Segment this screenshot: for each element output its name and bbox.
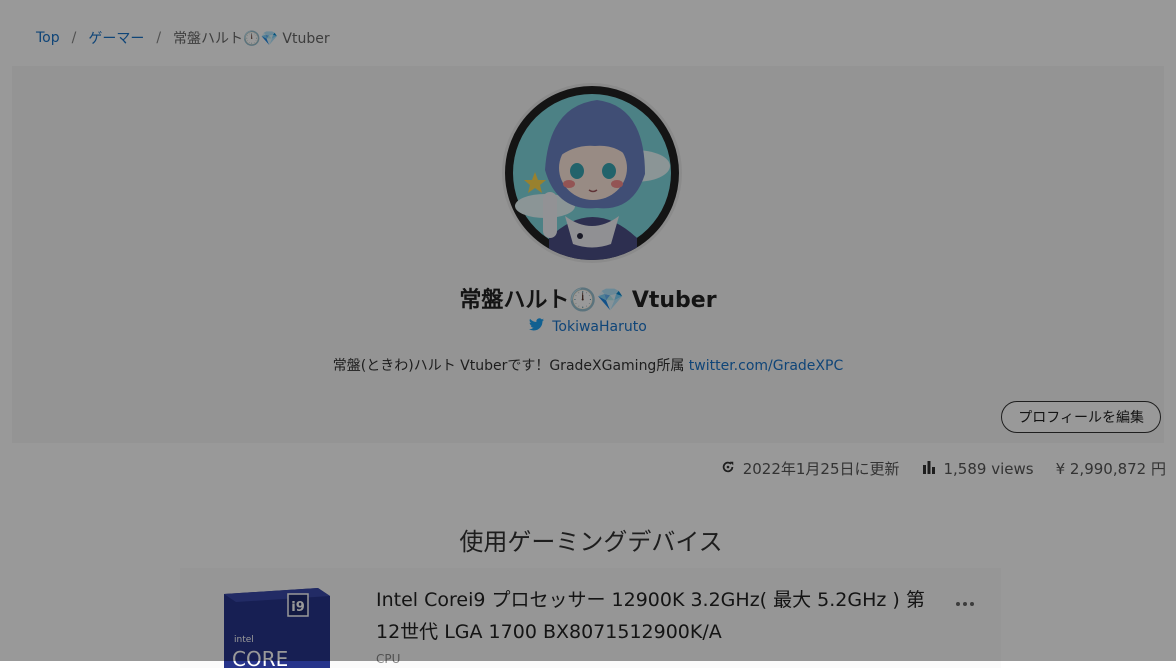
price-text: ¥ 2,990,872 円	[1055, 460, 1166, 478]
box-brand: intel	[234, 635, 254, 645]
views-text: 1,589 views	[943, 459, 1034, 478]
breadcrumb-separator: /	[156, 30, 162, 46]
device-title[interactable]: Intel Corei9 プロセッサー 12900K 3.2GHz( 最大 5.…	[376, 584, 936, 648]
stat-price: ¥ 2,990,872 円	[1056, 458, 1166, 479]
twitter-row: TokiwaHaruto	[12, 318, 1164, 335]
breadcrumb-gamer-link[interactable]: ゲーマー	[88, 28, 144, 48]
avatar	[502, 83, 682, 263]
twitter-icon	[529, 318, 545, 335]
updated-text: 2022年1月25日に更新	[742, 460, 900, 478]
device-image: i9 intel CORE	[222, 586, 332, 668]
profile-card: 常盤ハルト🕛💎 Vtuber TokiwaHaruto 常盤(ときわ)ハルト V…	[12, 66, 1164, 443]
profile-name: 常盤ハルト🕛💎 Vtuber	[459, 288, 717, 313]
device-card[interactable]: i9 intel CORE Intel Corei9 プロセッサー 12900K…	[180, 568, 1001, 668]
breadcrumb-top-link[interactable]: Top	[36, 30, 60, 46]
breadcrumb-current: 常盤ハルト🕛💎 Vtuber	[173, 31, 330, 47]
bio-link[interactable]: twitter.com/GradeXPC	[689, 358, 843, 374]
bar-chart-icon	[922, 460, 936, 478]
device-category: CPU	[376, 652, 401, 666]
edit-profile-button[interactable]: プロフィールを編集	[1001, 401, 1161, 433]
breadcrumb: Top / ゲーマー / 常盤ハルト🕛💎 Vtuber	[36, 28, 330, 48]
profile-stats: 2022年1月25日に更新 1,589 views ¥ 2,990,872 円	[721, 458, 1166, 479]
more-options-icon[interactable]	[953, 596, 977, 612]
section-title: 使用ゲーミングデバイス	[459, 528, 723, 556]
stat-views: 1,589 views	[922, 460, 1034, 478]
box-label: i9	[291, 600, 305, 615]
refresh-icon	[721, 460, 735, 478]
profile-bio: 常盤(ときわ)ハルト Vtuberです！GradeXGaming所属 twitt…	[12, 355, 1164, 375]
breadcrumb-separator: /	[71, 30, 77, 46]
bio-text: 常盤(ときわ)ハルト Vtuberです！GradeXGaming所属	[332, 358, 689, 374]
stat-updated: 2022年1月25日に更新	[721, 458, 900, 479]
twitter-link[interactable]: TokiwaHaruto	[552, 319, 647, 335]
box-product: CORE	[232, 647, 288, 668]
